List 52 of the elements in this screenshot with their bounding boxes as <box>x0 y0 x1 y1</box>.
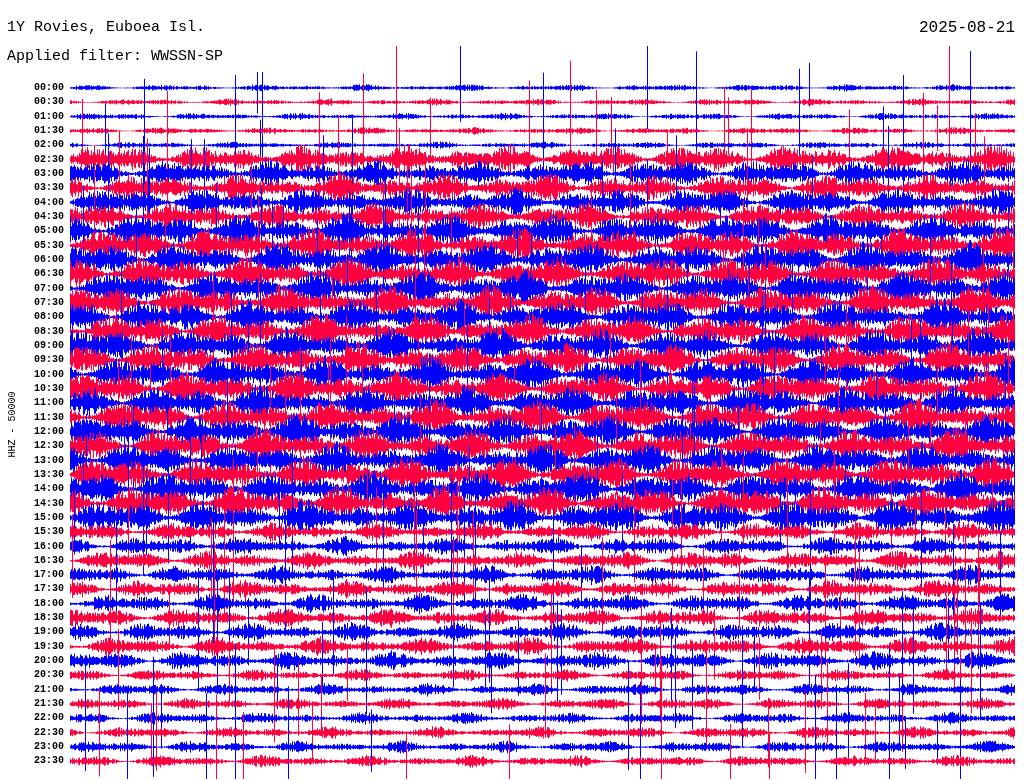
time-label: 08:00 <box>34 310 64 325</box>
time-label: 12:00 <box>34 424 64 439</box>
time-label: 23:30 <box>34 754 64 769</box>
time-label: 09:00 <box>34 338 64 353</box>
time-label: 16:00 <box>34 539 64 554</box>
time-label: 11:00 <box>34 396 64 411</box>
time-label: 00:00 <box>34 81 64 95</box>
time-label: 05:00 <box>34 224 64 239</box>
time-label: 07:30 <box>34 295 64 310</box>
time-label: 19:00 <box>34 625 64 640</box>
date-label: 2025-08-21 <box>919 18 1015 38</box>
time-label: 12:30 <box>34 439 64 454</box>
time-label: 19:30 <box>34 639 64 654</box>
time-label: 06:00 <box>34 252 64 267</box>
time-label: 01:00 <box>34 109 64 124</box>
time-label: 22:00 <box>34 711 64 726</box>
time-label: 13:30 <box>34 467 64 482</box>
time-label: 21:30 <box>34 697 64 712</box>
time-label: 15:00 <box>34 510 64 525</box>
time-label: 21:00 <box>34 682 64 697</box>
time-label: 03:30 <box>34 181 64 196</box>
time-label: 11:30 <box>34 410 64 425</box>
time-label: 04:30 <box>34 209 64 224</box>
time-label: 06:30 <box>34 267 64 282</box>
filter-label: Applied filter: WWSSN-SP <box>7 47 224 67</box>
time-label: 01:30 <box>34 124 64 138</box>
time-label: 08:30 <box>34 324 64 339</box>
channel-label: HHZ - 50000 <box>5 391 19 458</box>
time-label: 18:30 <box>34 611 64 626</box>
time-label: 14:00 <box>34 482 64 497</box>
time-label: 14:30 <box>34 496 64 511</box>
time-label: 07:00 <box>34 281 64 296</box>
time-label: 09:30 <box>34 353 64 368</box>
time-label: 00:30 <box>34 95 64 110</box>
time-label: 03:00 <box>34 166 64 181</box>
time-label: 18:00 <box>34 596 64 611</box>
time-label: 17:30 <box>34 582 64 597</box>
time-label: 02:30 <box>34 152 64 167</box>
time-label: 16:30 <box>34 553 64 568</box>
time-label: 10:00 <box>34 367 64 382</box>
time-label: 22:30 <box>34 725 64 740</box>
station-title: 1Y Rovies, Euboea Isl. <box>7 18 206 38</box>
time-label: 15:30 <box>34 525 64 540</box>
time-label: 23:00 <box>34 740 64 755</box>
time-label: 13:00 <box>34 453 64 468</box>
time-label: 02:00 <box>34 138 64 153</box>
time-label: 20:00 <box>34 654 64 669</box>
time-label: 17:00 <box>34 568 64 583</box>
time-label: 04:00 <box>34 195 64 210</box>
time-label: 20:30 <box>34 668 64 683</box>
time-label: 05:30 <box>34 238 64 253</box>
time-label: 10:30 <box>34 381 64 396</box>
